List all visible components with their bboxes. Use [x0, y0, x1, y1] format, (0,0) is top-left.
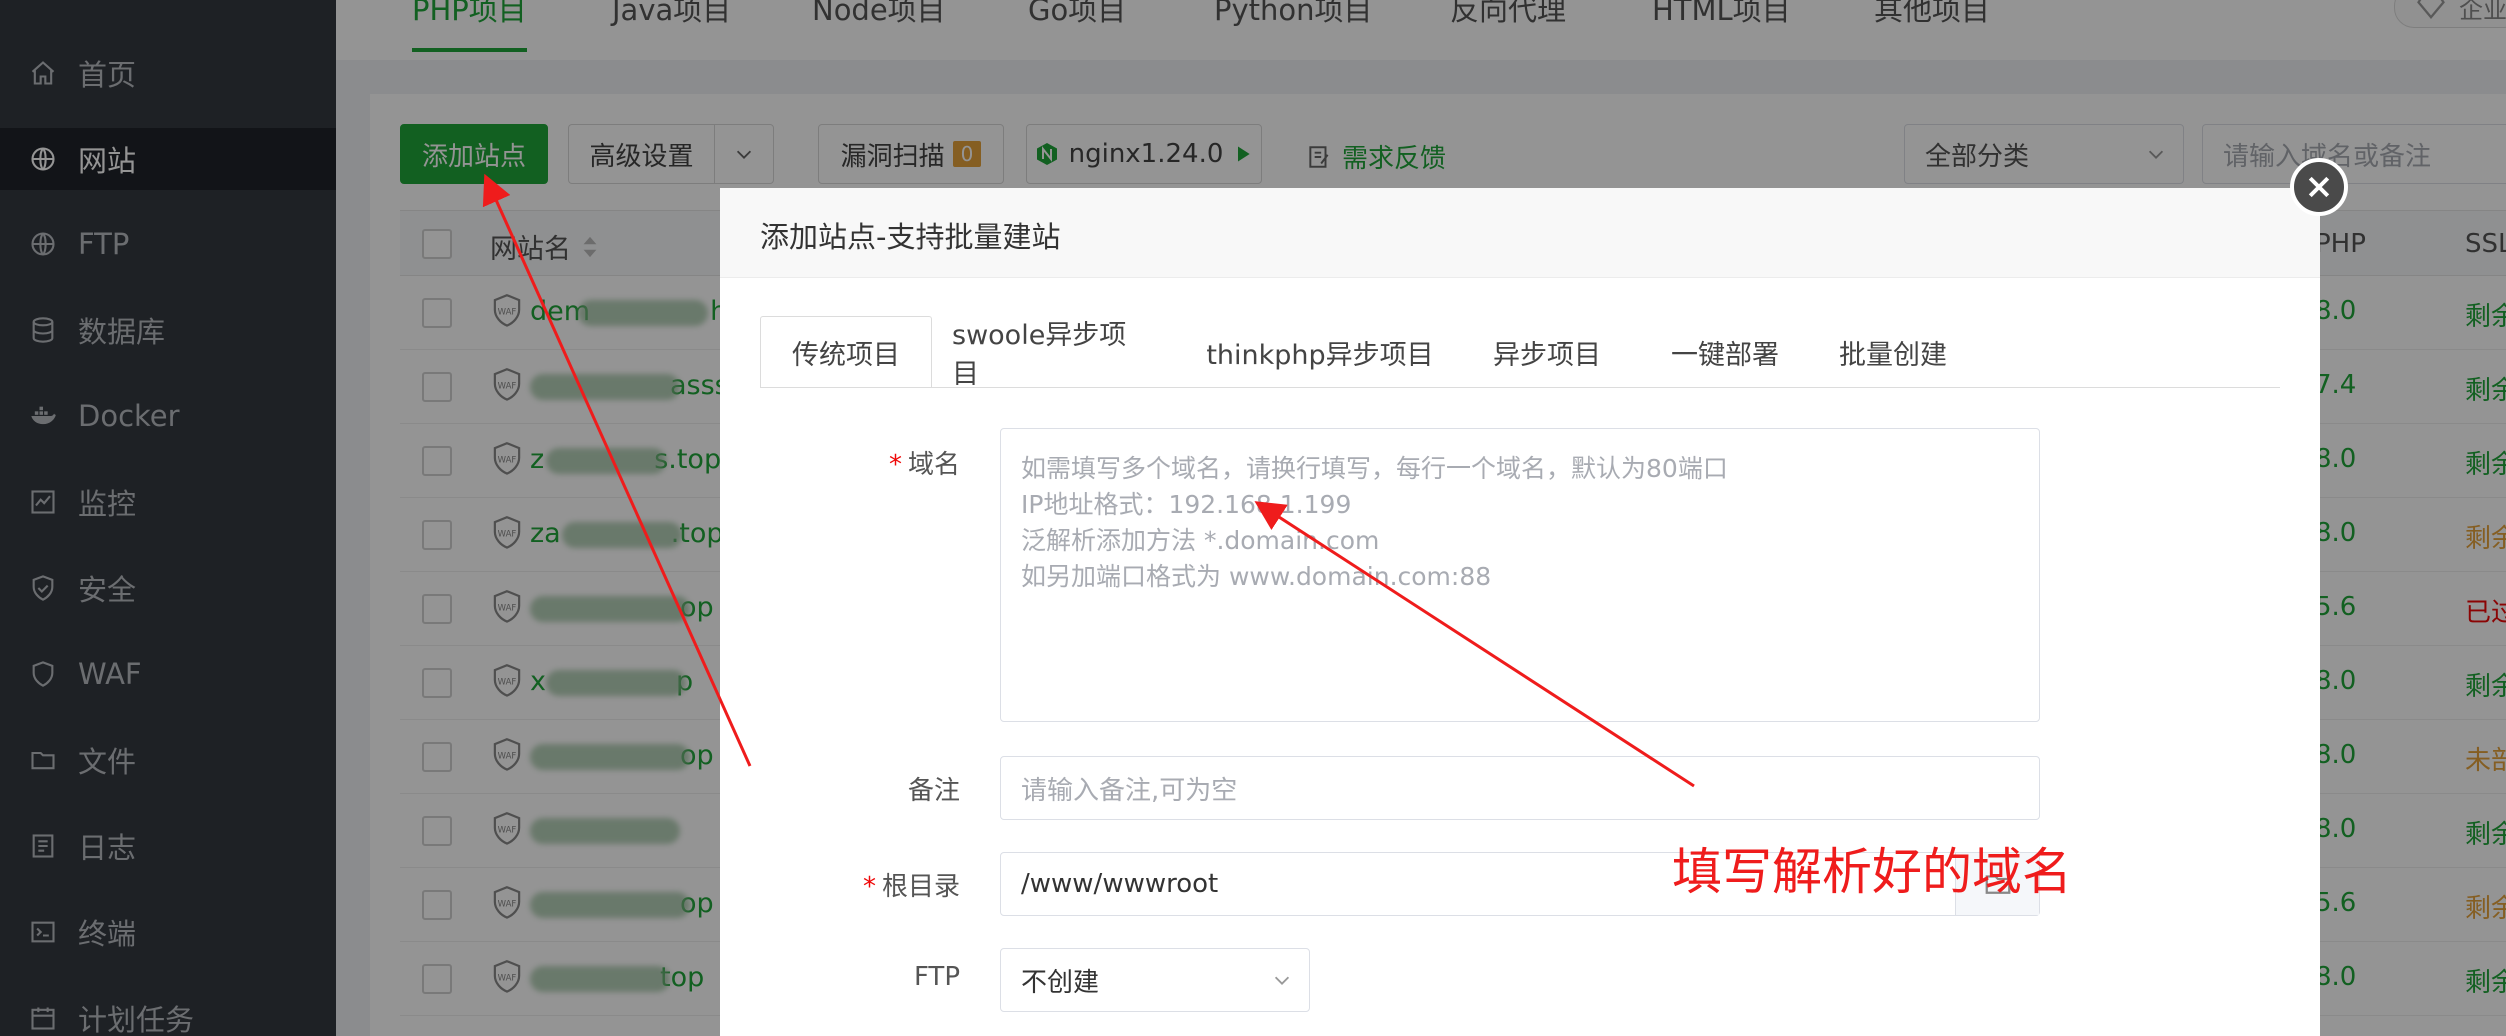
tab-thinkphp[interactable]: thinkphp异步项目 [1200, 316, 1440, 388]
dialog-header: 添加站点-支持批量建站 [720, 188, 2320, 278]
close-icon [2308, 176, 2330, 198]
tab-divider [760, 387, 2280, 388]
remark-input[interactable]: 请输入备注,可为空 [1000, 756, 2040, 820]
tab-async[interactable]: 异步项目 [1482, 316, 1612, 388]
domain-hint-line: 如另加端口格式为 www.domain.com:88 [1021, 562, 1492, 591]
add-site-dialog: 添加站点-支持批量建站 传统项目 swoole异步项目 thinkphp异步项目… [720, 188, 2320, 1036]
remark-label: 备注 [907, 776, 960, 806]
domain-textarea[interactable]: 如需填写多个域名，请换行填写，每行一个域名，默认为80端口 IP地址格式：192… [1000, 428, 2040, 722]
domain-hint-line: 如需填写多个域名，请换行填写，每行一个域名，默认为80端口 [1021, 454, 1728, 483]
close-dialog-button[interactable] [2290, 158, 2348, 216]
ftp-select[interactable]: 不创建 [1000, 948, 1310, 1012]
root-dir-value: /www/wwwroot [1021, 869, 1219, 899]
root-dir-label: * 根目录 [862, 872, 960, 902]
chevron-down-icon [1274, 976, 1290, 985]
dialog-title: 添加站点-支持批量建站 [760, 220, 1061, 254]
domain-label: * 域名 [888, 450, 960, 480]
root-dir-label-text: 根目录 [881, 872, 960, 902]
ftp-label: FTP [913, 962, 960, 992]
tab-one-click-deploy[interactable]: 一键部署 [1650, 316, 1800, 388]
tab-batch-create[interactable]: 批量创建 [1828, 316, 1958, 388]
domain-hint-line: IP地址格式：192.168.1.199 [1021, 490, 1352, 519]
tab-traditional[interactable]: 传统项目 [760, 316, 932, 388]
annotation-callout: 填写解析好的域名 [1672, 843, 2072, 901]
tab-swoole[interactable]: swoole异步项目 [952, 316, 1152, 390]
domain-label-text: 域名 [907, 450, 960, 480]
domain-hint-line: 泛解析添加方法 *.domain.com [1021, 526, 1380, 555]
ftp-value: 不创建 [1021, 967, 1100, 998]
